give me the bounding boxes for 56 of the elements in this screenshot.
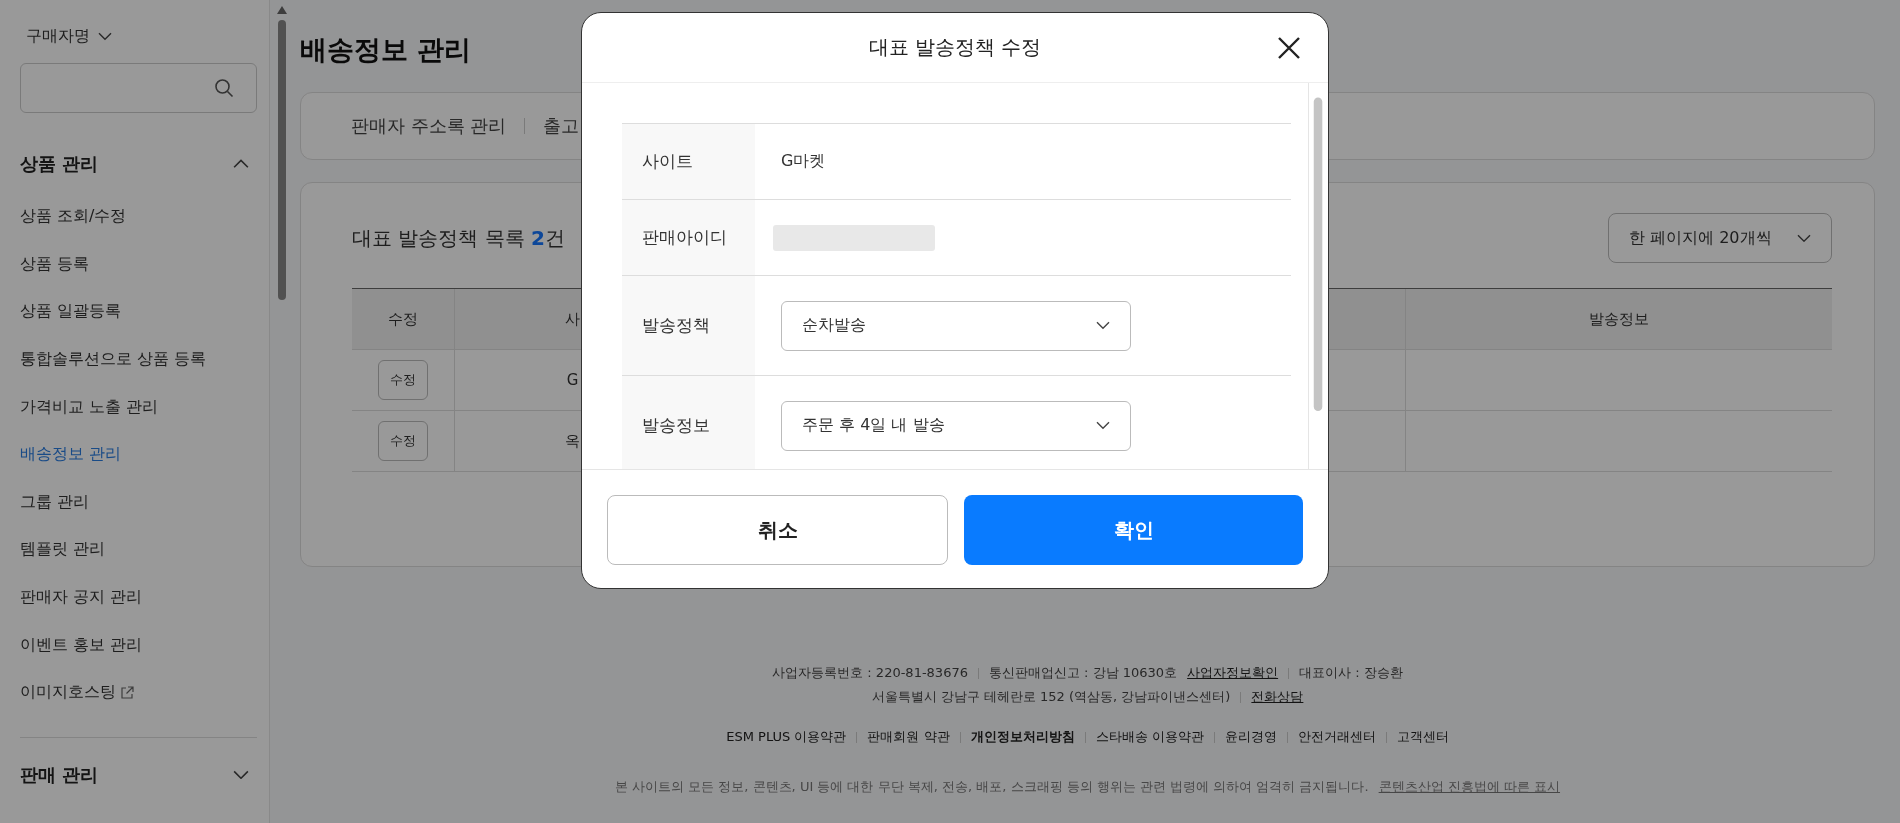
sidebar-item[interactable]: 가격비교 노출 관리	[20, 383, 159, 431]
sidebar-item[interactable]: 이벤트 홍보 관리	[20, 621, 143, 669]
column-header: 발송정보	[1405, 289, 1832, 350]
footer-link[interactable]: 사업자정보확인	[1187, 664, 1279, 682]
sidebar-item[interactable]: 템플릿 관리	[20, 526, 106, 574]
sidebar-item[interactable]: 상품 등록	[20, 240, 90, 289]
external-link-icon	[120, 685, 134, 700]
page-title: 배송정보 관리	[300, 33, 472, 67]
edit-button[interactable]: 수정	[378, 360, 428, 400]
footer-link[interactable]: 전화상담	[1251, 688, 1304, 706]
tab[interactable]: 판매자 주소록 관리	[351, 114, 507, 138]
chevron-up-icon	[233, 159, 249, 169]
copyright-notice: 본 사이트의 모든 정보, 콘텐츠, UI 등에 대한 무단 복제, 전송, 배포, 스크래핑 등의 행위는 관련 법령에 의하여 엄격히 금지됩니다.	[614, 778, 1369, 796]
modal-title: 대표 발송정책 수정	[868, 34, 1042, 61]
footer-link[interactable]: 고객센터	[1396, 728, 1449, 746]
chevron-down-icon	[1797, 233, 1811, 243]
column-header: 수정	[352, 289, 454, 350]
field-label: 판매아이디	[642, 226, 727, 249]
chevron-down-icon	[98, 32, 112, 41]
chevron-down-icon	[1096, 421, 1110, 430]
menu-section-header[interactable]: 상품 관리	[20, 149, 257, 179]
footer-link[interactable]: 안전거래센터	[1297, 728, 1376, 746]
buyer-name-dropdown[interactable]: 구매자명	[26, 26, 112, 47]
footer-link[interactable]: 개인정보처리방침	[970, 728, 1075, 746]
sidebar-item[interactable]: 그룹 관리	[20, 478, 90, 527]
list-title: 대표 발송정책 목록 2건	[352, 224, 565, 252]
footer-text: 사업자등록번호 : 220-81-83676	[772, 664, 968, 682]
search-icon	[214, 78, 234, 98]
search-field[interactable]	[20, 63, 257, 113]
footer-text: 대표이사 : 장승환	[1299, 664, 1403, 682]
footer-link[interactable]: 윤리경영	[1224, 728, 1277, 746]
field-label: 사이트	[642, 150, 693, 173]
edit-button[interactable]: 수정	[378, 421, 428, 461]
footer-link[interactable]: 콘텐츠산업 진흥법에 따른 표시	[1378, 778, 1561, 796]
field-value: G마켓	[781, 151, 826, 172]
footer-link[interactable]: 스타배송 이용약관	[1095, 728, 1204, 746]
sidebar-item[interactable]: 상품 조회/수정	[20, 193, 127, 241]
select-field[interactable]: 주문 후 4일 내 발송	[781, 400, 1131, 451]
footer-text: 통신판매업신고 : 강남 10630호	[988, 664, 1178, 682]
cancel-button[interactable]: 취소	[607, 495, 948, 565]
chevron-down-icon	[233, 769, 249, 780]
sidebar-item[interactable]: 배송정보 관리	[20, 430, 122, 479]
sidebar-item[interactable]: 이미지호스팅	[20, 668, 134, 717]
select-field[interactable]: 순차발송	[781, 300, 1131, 351]
sidebar-item[interactable]: 판매자 공지 관리	[20, 573, 143, 622]
chevron-down-icon	[1096, 321, 1110, 330]
confirm-button[interactable]: 확인	[964, 495, 1303, 565]
tab[interactable]: 출고	[543, 114, 580, 138]
menu-section-header[interactable]: 판매 관리	[20, 759, 257, 790]
footer-text: 서울특별시 강남구 테헤란로 152 (역삼동, 강남파이낸스센터)	[871, 688, 1231, 706]
footer-link[interactable]: ESM PLUS 이용약관	[726, 728, 847, 746]
sidebar-item[interactable]: 상품 일괄등록	[20, 288, 122, 336]
page-size-select[interactable]: 한 페이지에 20개씩	[1608, 213, 1832, 263]
footer-link[interactable]: 판매회원 약관	[867, 728, 950, 746]
close-icon	[1277, 36, 1301, 60]
sidebar-item[interactable]: 통합솔루션으로 상품 등록	[20, 335, 207, 384]
